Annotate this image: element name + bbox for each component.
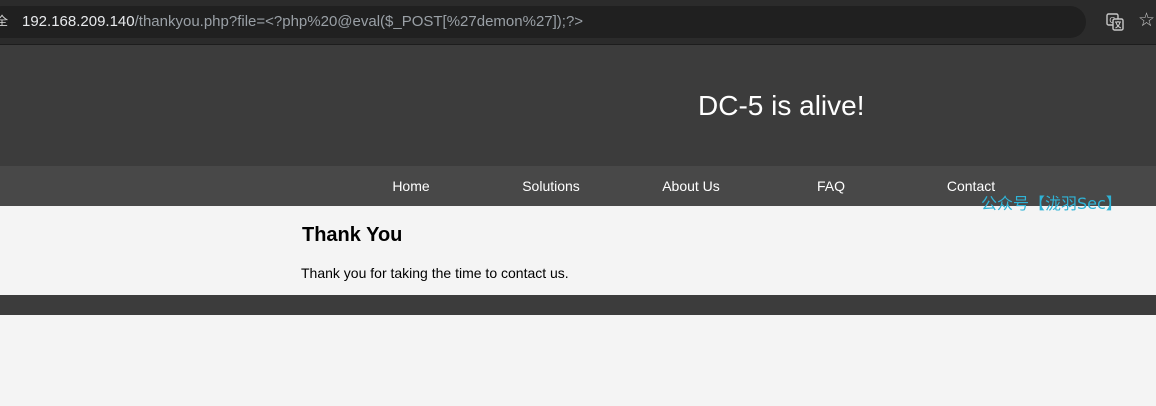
translate-icon[interactable]: G xyxy=(1106,13,1124,31)
footer xyxy=(0,295,1156,315)
site-title: DC-5 is alive! xyxy=(698,90,865,121)
nav-item-about-us[interactable]: About Us xyxy=(621,178,761,194)
browser-toolbar: 全 192.168.209.140/thankyou.php?file=<?ph… xyxy=(0,0,1156,45)
url-text[interactable]: 192.168.209.140/thankyou.php?file=<?php%… xyxy=(22,12,583,32)
page-info-icon[interactable]: 全 xyxy=(0,14,10,28)
nav-item-home[interactable]: Home xyxy=(341,178,481,194)
url-host: 192.168.209.140 xyxy=(22,13,135,30)
site-header: DC-5 is alive! xyxy=(0,45,1156,166)
nav-item-contact[interactable]: Contact xyxy=(901,178,1041,194)
url-path: /thankyou.php?file=<?php%20@eval($_POST[… xyxy=(134,13,584,30)
watermark: 公众号【泷羽Sec】 xyxy=(981,194,1122,213)
page-heading: Thank You xyxy=(302,224,403,246)
bookmark-star-icon[interactable]: ☆ xyxy=(1138,11,1156,31)
nav-item-solutions[interactable]: Solutions xyxy=(481,178,621,194)
nav-item-faq[interactable]: FAQ xyxy=(761,178,901,194)
main-content: Thank You Thank you for taking the time … xyxy=(0,206,1156,295)
thank-you-message: Thank you for taking the time to contact… xyxy=(301,265,569,281)
